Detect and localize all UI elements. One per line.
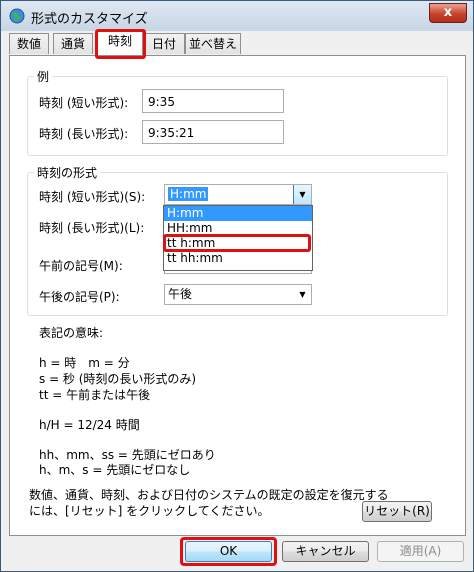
tab-number[interactable]: 数値	[9, 33, 49, 54]
short-time-value: H:mm	[168, 187, 209, 201]
meaning-heading: 表記の意味:	[39, 326, 104, 340]
example-short-value: 9:35	[142, 89, 284, 113]
reset-note: 数値、通貨、時刻、および日付のシステムの既定の設定を復元する	[29, 488, 389, 502]
time-format-legend: 時刻の形式	[37, 166, 98, 180]
pm-symbol-value: 午後	[168, 287, 193, 301]
title-bar: 形式のカスタマイズ x	[1, 1, 473, 31]
window-title: 形式のカスタマイズ	[31, 12, 148, 27]
pm-symbol-label: 午後の記号(P):	[39, 290, 120, 304]
short-time-label: 時刻 (短い形式)(S):	[39, 190, 146, 204]
reset-button[interactable]: リセット(R)	[362, 501, 432, 522]
example-short-label: 時刻 (短い形式):	[39, 96, 129, 110]
long-time-label: 時刻 (長い形式)(L):	[39, 221, 145, 235]
meaning-line: tt = 午前または午後	[39, 388, 151, 402]
pm-symbol-combo[interactable]: 午後 ▼	[164, 284, 312, 305]
tab-currency[interactable]: 通貨	[53, 33, 93, 54]
ok-highlight	[180, 537, 277, 566]
dropdown-option[interactable]: H:mm	[164, 206, 312, 221]
time-tab-panel: 例 時刻 (短い形式): 9:35 時刻 (長い形式): 9:35:21 時刻の…	[9, 55, 466, 536]
tab-time-highlight	[95, 29, 146, 59]
cancel-button[interactable]: キャンセル	[282, 541, 369, 562]
short-time-combo[interactable]: H:mm ▼	[164, 184, 312, 205]
globe-icon	[9, 8, 25, 24]
chevron-down-icon[interactable]: ▼	[294, 285, 311, 304]
meaning-line: h、m、s = 先頭にゼロなし	[39, 463, 191, 477]
option-highlight	[163, 234, 311, 252]
meaning-line: h/H = 12/24 時間	[39, 418, 140, 432]
example-long-value: 9:35:21	[142, 120, 284, 144]
example-long-label: 時刻 (長い形式):	[39, 127, 129, 141]
apply-button[interactable]: 適用(A)	[377, 541, 464, 562]
dropdown-option[interactable]: tt hh:mm	[164, 251, 312, 266]
close-button[interactable]: x	[429, 3, 467, 23]
meaning-line: h = 時 m = 分	[39, 356, 130, 370]
example-legend: 例	[37, 70, 50, 84]
am-symbol-label: 午前の記号(M):	[39, 259, 123, 273]
tab-date[interactable]: 日付	[143, 33, 185, 54]
reset-note: には、[リセット] をクリックしてください。	[29, 504, 270, 518]
customize-format-dialog: 形式のカスタマイズ x 数値 通貨 時刻 日付 並べ替え 例 時刻 (短い形式)…	[0, 0, 474, 572]
chevron-down-icon[interactable]: ▼	[293, 185, 311, 204]
meaning-line: s = 秒 (時刻の長い形式のみ)	[39, 372, 197, 386]
tab-sort[interactable]: 並べ替え	[185, 33, 241, 54]
